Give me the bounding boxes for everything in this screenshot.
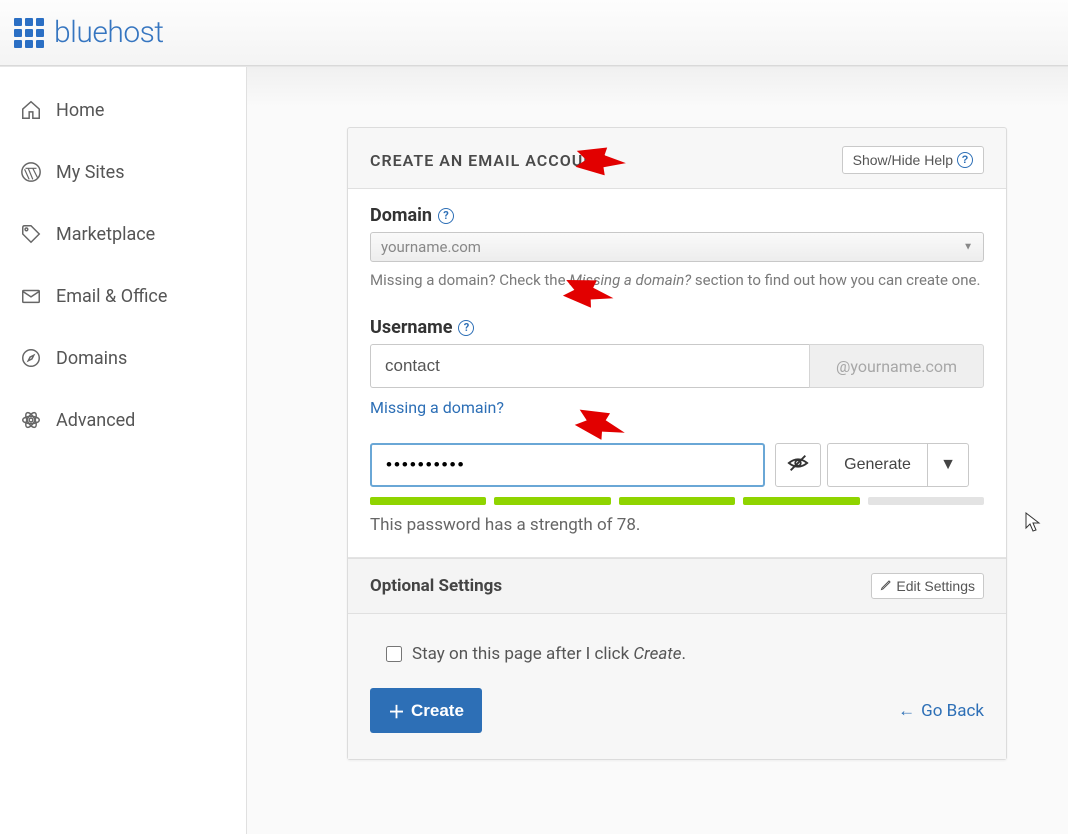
arrow-left-icon: ←	[898, 701, 915, 721]
sidebar-item-home[interactable]: Home	[0, 79, 246, 141]
sidebar-item-label: Domains	[56, 348, 127, 369]
panel-footer: Stay on this page after I click Create. …	[348, 614, 1006, 759]
toggle-password-visibility-button[interactable]	[775, 443, 821, 487]
domain-hint: Missing a domain? Check the Missing a do…	[370, 270, 984, 291]
missing-domain-link[interactable]: Missing a domain?	[370, 398, 984, 417]
generate-password-button[interactable]: Generate	[827, 443, 927, 487]
optional-settings-title: Optional Settings	[370, 576, 502, 596]
wordpress-icon	[20, 161, 42, 183]
sidebar-item-domains[interactable]: Domains	[0, 327, 246, 389]
compass-icon	[20, 347, 42, 369]
create-button[interactable]: ＋ Create	[370, 688, 482, 733]
help-button-label: Show/Hide Help	[853, 152, 953, 168]
stay-on-page-checkbox[interactable]	[386, 646, 402, 662]
chevron-down-icon: ▼	[963, 242, 973, 253]
password-strength-text: This password has a strength of 78.	[370, 515, 984, 535]
panel-title: CREATE AN EMAIL ACCOUNT	[370, 151, 606, 170]
domain-select[interactable]: yourname.com ▼	[370, 232, 984, 262]
domain-label: Domain ?	[370, 205, 984, 226]
eye-off-icon	[787, 452, 809, 479]
chevron-down-icon: ▼	[940, 456, 956, 474]
panel-header: CREATE AN EMAIL ACCOUNT Show/Hide Help ?	[348, 128, 1006, 189]
tag-icon	[20, 223, 42, 245]
domain-selected-value: yourname.com	[381, 238, 481, 256]
sidebar-item-email[interactable]: Email & Office	[0, 265, 246, 327]
sidebar: Home My Sites Marketplace Email & Office…	[0, 67, 247, 834]
sidebar-item-label: Advanced	[56, 410, 135, 431]
password-strength-meter	[370, 497, 984, 505]
sidebar-item-mysites[interactable]: My Sites	[0, 141, 246, 203]
plus-icon: ＋	[388, 698, 405, 723]
password-input[interactable]	[370, 443, 765, 487]
stay-label: Stay on this page after I click Create.	[412, 644, 686, 664]
create-email-panel: CREATE AN EMAIL ACCOUNT Show/Hide Help ?…	[347, 127, 1007, 760]
main-content: CREATE AN EMAIL ACCOUNT Show/Hide Help ?…	[247, 67, 1068, 834]
sidebar-item-label: Marketplace	[56, 224, 155, 245]
pencil-icon	[880, 578, 892, 594]
username-domain-suffix: @yourname.com	[809, 344, 984, 388]
sidebar-item-label: Home	[56, 100, 104, 121]
show-hide-help-button[interactable]: Show/Hide Help ?	[842, 146, 984, 174]
sidebar-item-label: Email & Office	[56, 286, 167, 307]
username-field: Username ? @yourname.com Missing a domai…	[370, 317, 984, 417]
envelope-icon	[20, 285, 42, 307]
optional-settings-header: Optional Settings Edit Settings	[348, 558, 1006, 614]
atom-icon	[20, 409, 42, 431]
domain-field: Domain ? yourname.com ▼ Missing a domain…	[370, 205, 984, 291]
home-icon	[20, 99, 42, 121]
sidebar-item-marketplace[interactable]: Marketplace	[0, 203, 246, 265]
cursor-icon	[1025, 512, 1041, 537]
sidebar-item-advanced[interactable]: Advanced	[0, 389, 246, 451]
generate-options-button[interactable]: ▼	[927, 443, 969, 487]
question-icon[interactable]: ?	[458, 320, 474, 336]
top-bar: bluehost	[0, 0, 1068, 66]
brand-name: bluehost	[54, 15, 164, 50]
sidebar-item-label: My Sites	[56, 162, 124, 183]
username-input[interactable]	[370, 344, 809, 388]
brand-logo[interactable]: bluehost	[14, 15, 164, 50]
question-icon[interactable]: ?	[438, 208, 454, 224]
username-label: Username ?	[370, 317, 984, 338]
stay-on-page-option[interactable]: Stay on this page after I click Create.	[386, 644, 984, 664]
question-icon: ?	[957, 152, 973, 168]
password-field: Generate ▼ This password has a strength …	[370, 443, 984, 535]
go-back-link[interactable]: ← Go Back	[898, 701, 984, 721]
edit-settings-button[interactable]: Edit Settings	[871, 573, 984, 599]
grid-icon	[14, 18, 44, 48]
